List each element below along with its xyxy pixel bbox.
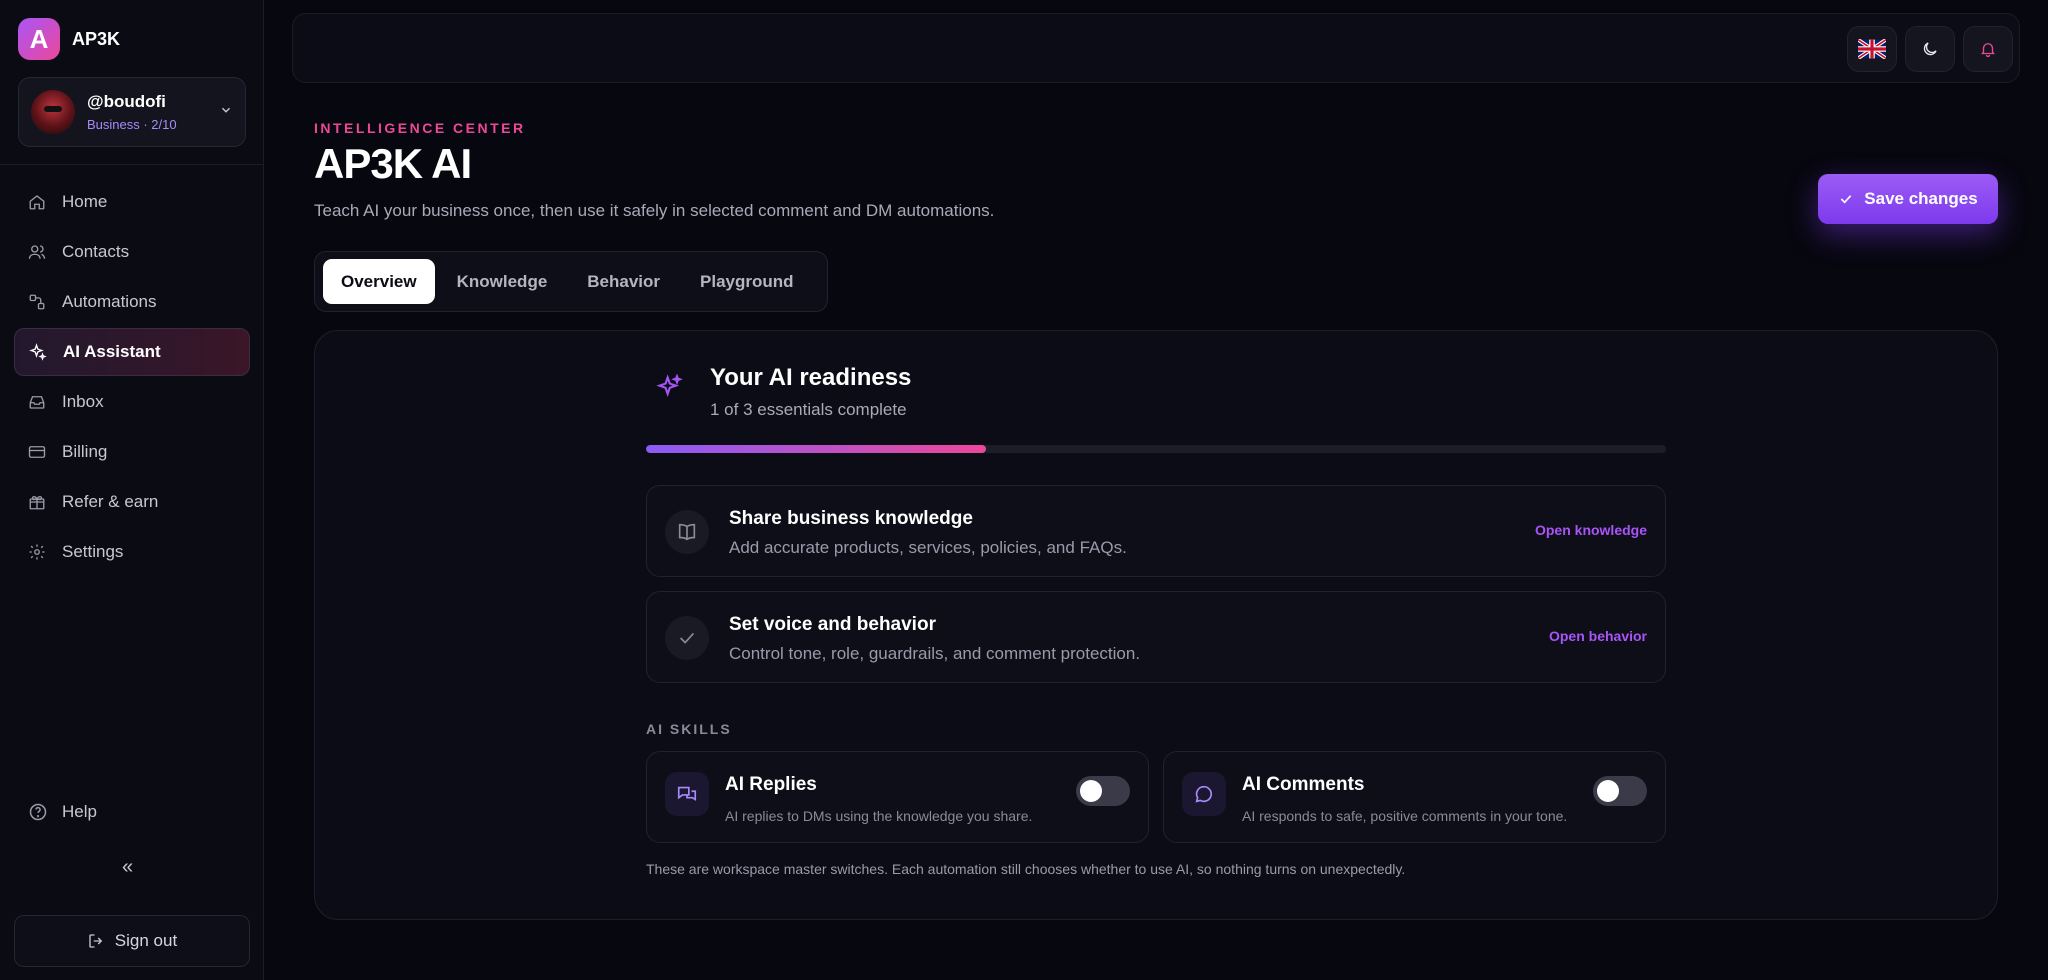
tab-overview[interactable]: Overview [323, 259, 435, 304]
sidebar-item-contacts[interactable]: Contacts [14, 228, 250, 276]
task-icon [665, 616, 709, 660]
home-icon [29, 195, 45, 210]
skill-title: AI Comments [1242, 774, 1365, 795]
sidebar-item-label: Home [62, 192, 108, 211]
skills-footnote: These are workspace master switches. Eac… [646, 861, 1406, 877]
tab-playground[interactable]: Playground [682, 259, 812, 304]
readiness-progress-bar [646, 445, 1666, 453]
account-switcher[interactable]: @boudofi Business · 2/10 [18, 77, 246, 147]
account-plan: Business · 2/10 [87, 117, 177, 132]
help-link[interactable]: Help [28, 802, 97, 822]
task-share-knowledge: Share business knowledge Add accurate pr… [646, 485, 1666, 577]
skill-icon [665, 772, 709, 816]
task-title: Share business knowledge [729, 508, 973, 529]
book-icon [678, 523, 696, 541]
check-icon [1841, 195, 1852, 204]
toggle-knob [1080, 780, 1102, 802]
inbox-icon [29, 396, 45, 409]
skill-title: AI Replies [725, 774, 817, 795]
sidebar-divider [0, 164, 264, 165]
language-button[interactable] [1847, 26, 1897, 72]
notifications-button[interactable] [1963, 26, 2013, 72]
skill-icon [1182, 772, 1226, 816]
tab-behavior[interactable]: Behavior [569, 259, 678, 304]
gear-icon [29, 544, 45, 560]
chevron-down-icon [219, 103, 233, 122]
skills-section-label: AI SKILLS [646, 721, 732, 737]
task-title: Set voice and behavior [729, 614, 936, 635]
help-circle-icon [29, 803, 47, 821]
tab-knowledge[interactable]: Knowledge [439, 259, 566, 304]
open-behavior-link[interactable]: Open behavior [1549, 628, 1647, 644]
sidebar-item-label: Contacts [62, 242, 130, 261]
sidebar-item-label: Inbox [62, 392, 104, 411]
sidebar: A AP3K @boudofi Business · 2/10 Home Con… [0, 0, 264, 980]
bell-icon [1981, 43, 1995, 58]
comment-icon [1195, 785, 1213, 803]
sidebar-item-billing[interactable]: Billing [14, 428, 250, 476]
skill-ai-replies: AI Replies AI replies to DMs using the k… [646, 751, 1149, 843]
skill-description: AI responds to safe, positive comments i… [1242, 808, 1568, 824]
check-icon [679, 632, 695, 644]
brand-logo: A [18, 18, 60, 60]
sidebar-item-refer[interactable]: Refer & earn [14, 478, 250, 526]
page-eyebrow: INTELLIGENCE CENTER [314, 120, 526, 136]
sparkles-icon [656, 374, 683, 398]
account-handle: @boudofi [87, 92, 166, 111]
theme-toggle-button[interactable] [1905, 26, 1955, 72]
collapse-sidebar-button[interactable]: « [122, 856, 133, 879]
sidebar-item-label: AI Assistant [63, 342, 161, 361]
tab-bar: Overview Knowledge Behavior Playground [314, 251, 828, 312]
task-set-voice: Set voice and behavior Control tone, rol… [646, 591, 1666, 683]
sidebar-item-label: Automations [62, 292, 157, 311]
sign-out-label: Sign out [114, 931, 178, 950]
uk-flag-icon [1858, 39, 1886, 59]
page-title: AP3K AI [314, 140, 472, 187]
chat-bubbles-icon [677, 786, 697, 802]
sidebar-item-ai-assistant[interactable]: AI Assistant [14, 328, 250, 376]
sidebar-item-label: Refer & earn [62, 492, 159, 511]
sidebar-item-home[interactable]: Home [14, 178, 250, 226]
save-changes-button[interactable]: Save changes [1818, 174, 1998, 224]
sign-out-button[interactable]: Sign out [14, 915, 250, 967]
gift-icon [29, 495, 45, 510]
readiness-subtitle: 1 of 3 essentials complete [710, 400, 907, 419]
task-description: Add accurate products, services, policie… [729, 538, 1127, 557]
task-description: Control tone, role, guardrails, and comm… [729, 644, 1141, 663]
sparkles-icon [29, 343, 47, 361]
brand[interactable]: A AP3K [18, 18, 120, 60]
ai-comments-toggle[interactable] [1593, 776, 1647, 806]
page-subtitle: Teach AI your business once, then use it… [314, 201, 995, 220]
toggle-knob [1597, 780, 1619, 802]
skill-description: AI replies to DMs using the knowledge yo… [725, 808, 1033, 824]
users-icon [28, 245, 46, 259]
help-label: Help [62, 802, 97, 821]
sidebar-item-label: Billing [62, 442, 108, 461]
logout-icon [89, 934, 103, 948]
brand-name: AP3K [72, 28, 121, 49]
readiness-progress-fill [646, 445, 986, 453]
sidebar-nav: Home Contacts Automations AI Assistant I… [14, 178, 250, 578]
sidebar-item-label: Settings [62, 542, 124, 561]
ai-replies-toggle[interactable] [1076, 776, 1130, 806]
workflow-icon [29, 294, 45, 310]
skill-ai-comments: AI Comments AI responds to safe, positiv… [1163, 751, 1666, 843]
save-changes-label: Save changes [1864, 189, 1978, 208]
avatar [31, 90, 75, 134]
sidebar-item-inbox[interactable]: Inbox [14, 378, 250, 426]
top-bar [292, 13, 2020, 83]
moon-icon [1923, 42, 1937, 56]
task-icon [665, 510, 709, 554]
credit-card-icon [28, 446, 46, 458]
sidebar-item-automations[interactable]: Automations [14, 278, 250, 326]
open-knowledge-link[interactable]: Open knowledge [1535, 522, 1647, 538]
readiness-title: Your AI readiness [710, 364, 912, 391]
sidebar-item-settings[interactable]: Settings [14, 528, 250, 576]
